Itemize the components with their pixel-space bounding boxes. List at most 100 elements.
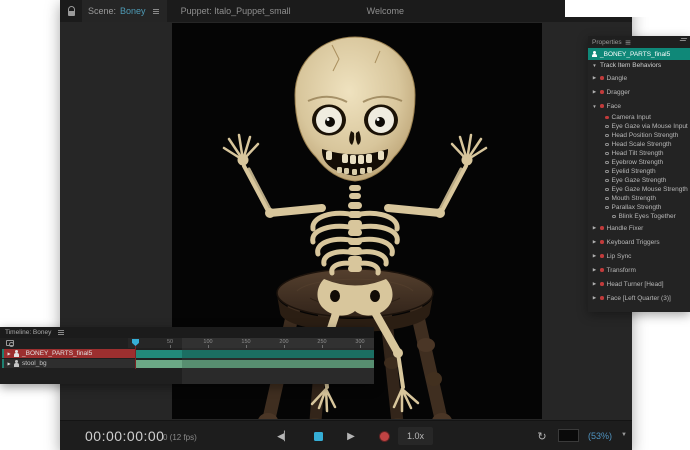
behavior-label: Keyboard Triggers	[607, 239, 660, 246]
active-dot-icon[interactable]	[605, 116, 609, 120]
tab-scene[interactable]: Scene: Boney	[82, 0, 167, 22]
page-background-notch	[565, 0, 690, 17]
inactive-ring-icon[interactable]	[605, 206, 609, 210]
behavior-label: Dragger	[607, 89, 630, 96]
inactive-ring-icon[interactable]	[605, 188, 609, 192]
tab-welcome[interactable]: Welcome	[353, 0, 418, 22]
behavior-label: Handle Fixer	[607, 225, 644, 232]
behavior-label: Transform	[607, 267, 636, 274]
selected-puppet-row[interactable]: _BONEY_PARTS_final5	[588, 48, 690, 60]
active-dot-icon[interactable]	[600, 254, 604, 258]
camera-icon[interactable]	[6, 340, 14, 346]
track-label[interactable]: ▶ _BONEY_PARTS_final5	[2, 349, 135, 358]
chevron-right-icon[interactable]: ▶	[592, 225, 597, 231]
behavior-label: Head Scale Strength	[612, 141, 672, 148]
expand-arrow-icon[interactable]: ▶	[7, 351, 11, 356]
inactive-ring-icon[interactable]	[605, 152, 609, 156]
active-dot-icon[interactable]	[600, 268, 604, 272]
behavior-row[interactable]: Eyebrow Strength	[588, 158, 690, 167]
stop-button[interactable]	[309, 427, 327, 445]
tab-menu-icon[interactable]	[153, 11, 159, 12]
behavior-row[interactable]: ▶Lip Sync	[588, 249, 690, 263]
track-row[interactable]: ▶ stool_bg	[0, 359, 374, 368]
behavior-row[interactable]: Blink Eyes Together	[588, 212, 690, 221]
record-button[interactable]	[375, 427, 393, 445]
behavior-row[interactable]: Mouth Strength	[588, 194, 690, 203]
inactive-ring-icon[interactable]	[605, 125, 609, 129]
expand-arrow-icon[interactable]: ▶	[7, 361, 11, 366]
behavior-row[interactable]: Head Position Strength	[588, 131, 690, 140]
refresh-button[interactable]: ↻	[533, 427, 551, 445]
behavior-label: Face [Left Quarter (3)]	[607, 295, 671, 302]
tab-puppet[interactable]: Puppet: Italo_Puppet_small	[167, 0, 305, 22]
track-label[interactable]: ▶ stool_bg	[2, 359, 135, 368]
chevron-down-icon[interactable]: ▼	[592, 63, 597, 68]
puppet-icon	[592, 51, 597, 58]
active-dot-icon[interactable]	[600, 76, 604, 80]
behavior-row[interactable]: ▶ Head Turner [Head]	[588, 277, 690, 291]
behavior-row[interactable]: Eye Gaze Mouse Strength	[588, 185, 690, 194]
behavior-label: Blink Eyes Together	[619, 213, 676, 220]
behavior-row[interactable]: Eye Gaze Strength	[588, 176, 690, 185]
behavior-row[interactable]: Eyelid Strength	[588, 167, 690, 176]
active-dot-icon[interactable]	[600, 240, 604, 244]
chevron-right-icon[interactable]: ▶	[592, 267, 597, 273]
inactive-ring-icon[interactable]	[605, 170, 609, 174]
active-dot-icon[interactable]	[600, 296, 604, 300]
active-dot-icon[interactable]	[600, 226, 604, 230]
behavior-row[interactable]: Eye Gaze via Mouse Input	[588, 122, 690, 131]
chevron-right-icon[interactable]: ▶	[592, 253, 597, 259]
inactive-ring-icon[interactable]	[605, 161, 609, 165]
behavior-label: Eye Gaze Strength	[612, 177, 667, 184]
inactive-ring-icon[interactable]	[605, 179, 609, 183]
panel-options-icon[interactable]	[681, 38, 688, 39]
chevron-right-icon[interactable]: ▶	[592, 75, 597, 81]
inactive-ring-icon[interactable]	[605, 134, 609, 138]
zoom-dropdown-caret[interactable]: ▼	[621, 432, 627, 438]
behavior-row[interactable]: ▶ Keyboard Triggers	[588, 235, 690, 249]
chevron-right-icon[interactable]: ▶	[592, 89, 597, 95]
behaviors-list: ▶Dangle▶Dragger▼FaceCamera InputEye Gaze…	[588, 71, 690, 305]
behavior-row[interactable]: ▶ Handle Fixer	[588, 221, 690, 235]
active-dot-icon[interactable]	[600, 282, 604, 286]
behavior-row[interactable]: ▶ Dragger	[588, 85, 690, 99]
inactive-ring-icon[interactable]	[605, 143, 609, 147]
skip-to-start-button[interactable]: ◀▏	[275, 427, 293, 445]
selected-puppet-name: _BONEY_PARTS_final5	[600, 51, 670, 58]
background-color-swatch[interactable]	[558, 429, 579, 442]
behavior-row[interactable]: Parallax Strength	[588, 203, 690, 212]
behavior-row[interactable]: Head Tilt Strength	[588, 149, 690, 158]
playback-rate-button[interactable]: 1.0x	[398, 427, 433, 445]
frame-rate-info: 0 (12 fps)	[163, 433, 197, 442]
chevron-right-icon[interactable]: ▶	[592, 295, 597, 301]
behavior-label: Eyelid Strength	[612, 168, 656, 175]
behavior-row[interactable]: Head Scale Strength	[588, 140, 690, 149]
timecode-display: 00:00:00:00	[85, 428, 164, 444]
behavior-label: Head Turner [Head]	[607, 281, 664, 288]
chevron-right-icon[interactable]: ▶	[592, 281, 597, 287]
behavior-row[interactable]: ▶ Face [Left Quarter (3)]	[588, 291, 690, 305]
active-dot-icon[interactable]	[600, 104, 604, 108]
active-dot-icon[interactable]	[600, 90, 604, 94]
lock-icon[interactable]	[60, 7, 82, 16]
track-name: stool_bg	[22, 360, 47, 367]
chevron-right-icon[interactable]: ▶	[592, 239, 597, 245]
properties-menu-icon[interactable]	[625, 42, 630, 43]
zoom-level[interactable]: (53%)	[588, 431, 612, 441]
behavior-row[interactable]: Camera Input	[588, 113, 690, 122]
behavior-row[interactable]: ▶Dangle	[588, 71, 690, 85]
timeline-panel: Timeline: Boney 50100150200250300 ▶ _BON…	[0, 327, 374, 384]
track-bar[interactable]	[135, 360, 374, 368]
track-bar[interactable]	[135, 350, 374, 358]
behavior-label: Eyebrow Strength	[612, 159, 664, 166]
behavior-row[interactable]: ▶ Transform	[588, 263, 690, 277]
behavior-row[interactable]: ▼Face	[588, 99, 690, 113]
inactive-ring-icon[interactable]	[612, 215, 616, 219]
inactive-ring-icon[interactable]	[605, 197, 609, 201]
track-row[interactable]: ▶ _BONEY_PARTS_final5	[0, 349, 374, 358]
timeline-menu-icon[interactable]	[58, 332, 64, 333]
properties-header: Properties	[588, 36, 690, 48]
chevron-down-icon[interactable]: ▼	[592, 104, 597, 109]
play-button[interactable]: ▶	[342, 427, 360, 445]
behaviors-section-header[interactable]: ▼ Track Item Behaviors	[588, 60, 690, 71]
